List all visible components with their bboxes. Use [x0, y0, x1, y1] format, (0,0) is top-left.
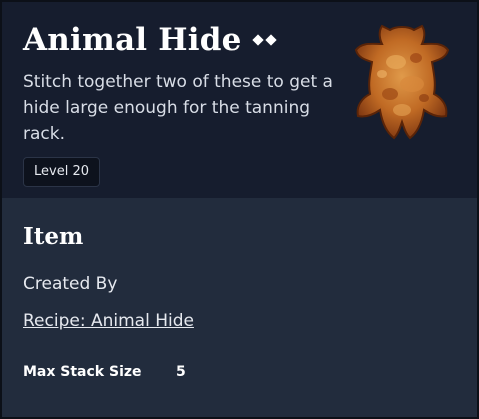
rarity-diamond-icon — [264, 34, 277, 46]
section-title: Item — [23, 223, 84, 250]
item-description: Stitch together two of these to get a hi… — [23, 72, 333, 144]
item-title-row: Animal Hide — [23, 22, 277, 58]
stat-value: 5 — [176, 364, 186, 380]
recipe-link[interactable]: Recipe: Animal Hide — [23, 311, 194, 331]
item-tooltip-card: Animal Hide Stitch together two of these… — [0, 0, 479, 419]
created-by-label: Created By — [23, 274, 118, 294]
stat-row-max-stack: Max Stack Size 5 — [23, 364, 186, 380]
rarity-diamond-icon — [251, 34, 264, 46]
rarity-indicator — [251, 34, 277, 46]
item-header: Animal Hide Stitch together two of these… — [2, 2, 477, 198]
item-name: Animal Hide — [23, 22, 242, 58]
level-badge: Level 20 — [23, 157, 100, 187]
animal-hide-icon — [354, 24, 450, 140]
stat-label: Max Stack Size — [23, 364, 142, 380]
